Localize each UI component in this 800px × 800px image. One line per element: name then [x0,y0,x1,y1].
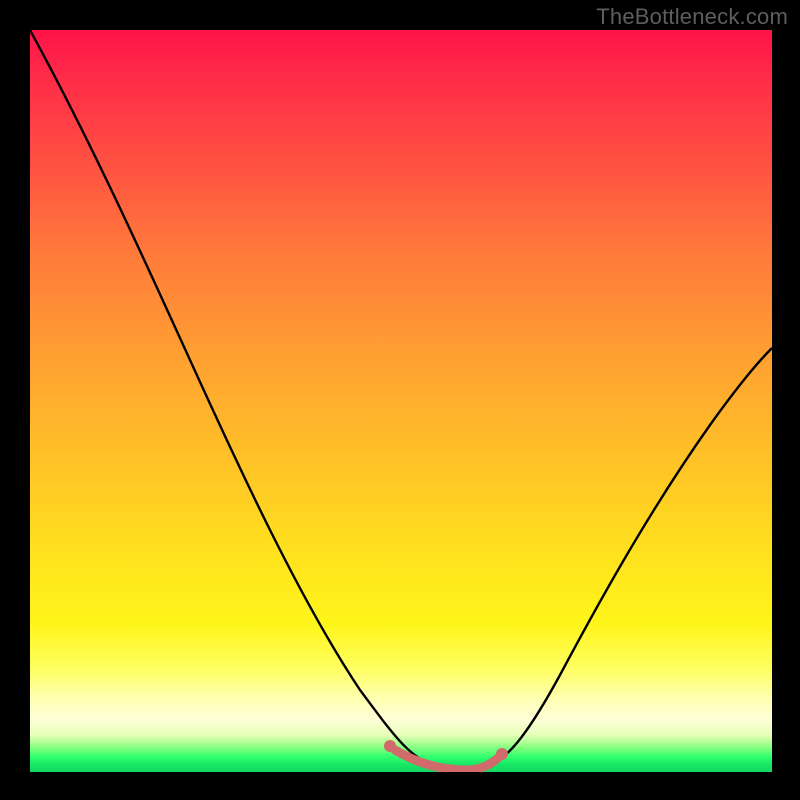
chart-frame: TheBottleneck.com [0,0,800,800]
watermark-text: TheBottleneck.com [596,4,788,30]
bottleneck-curve-path [30,30,772,768]
curve-layer [30,30,772,772]
